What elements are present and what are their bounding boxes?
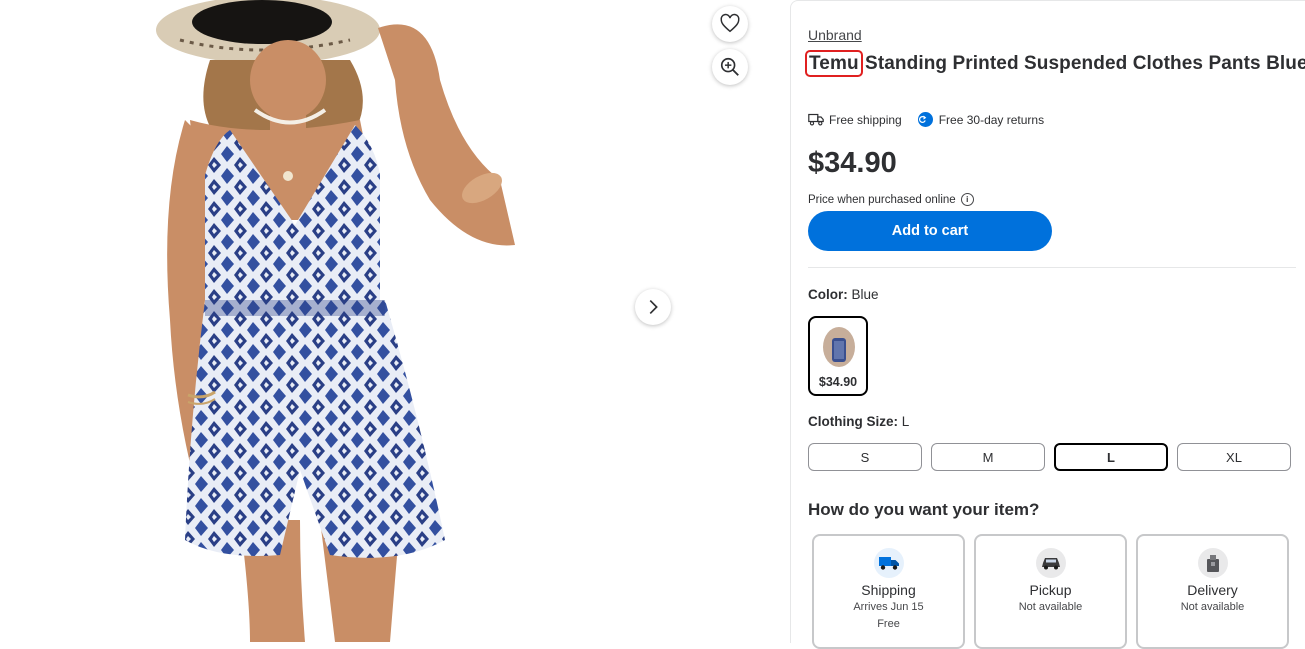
fulfillment-options: Shipping Arrives Jun 15 Free Pickup Not … xyxy=(812,534,1298,649)
color-option-label: Color: Blue xyxy=(808,287,879,302)
fulfillment-pickup-status: Not available xyxy=(1018,601,1083,613)
truck-icon xyxy=(873,548,904,578)
fulfillment-heading: How do you want your item? xyxy=(808,500,1040,519)
fulfillment-delivery-name: Delivery xyxy=(1187,582,1238,598)
size-option-l[interactable]: L xyxy=(1054,443,1168,471)
size-options: S M L XL xyxy=(808,443,1300,471)
chevron-right-icon xyxy=(649,299,658,315)
fulfillment-pickup-name: Pickup xyxy=(1029,582,1072,598)
bag-icon xyxy=(1197,548,1228,578)
size-option-xl[interactable]: XL xyxy=(1177,443,1291,471)
add-to-cart-button[interactable]: Add to cart xyxy=(808,211,1052,251)
size-option-m[interactable]: M xyxy=(931,443,1045,471)
fulfillment-shipping[interactable]: Shipping Arrives Jun 15 Free xyxy=(812,534,965,649)
favorite-button[interactable] xyxy=(712,6,748,42)
product-price: $34.90 xyxy=(808,147,897,179)
size-option-label: Clothing Size: L xyxy=(808,414,909,429)
size-option-s[interactable]: S xyxy=(808,443,922,471)
product-title-rest: Standing Printed Suspended Clothes Pants… xyxy=(859,53,1305,74)
shipping-badges: Free shipping Free 30-day returns xyxy=(808,112,1060,127)
returns-icon xyxy=(917,112,933,127)
color-value: Blue xyxy=(851,287,879,302)
next-image-button[interactable] xyxy=(635,289,671,325)
product-image-gallery xyxy=(0,0,748,642)
free-shipping-badge: Free shipping xyxy=(808,113,902,127)
fulfillment-shipping-date: Arrives Jun 15 xyxy=(853,601,924,613)
brand-link[interactable]: Unbrand xyxy=(808,27,862,43)
fulfillment-pickup[interactable]: Pickup Not available xyxy=(974,534,1127,649)
color-swatch-thumbnail xyxy=(823,327,855,367)
free-returns-badge: Free 30-day returns xyxy=(917,112,1045,127)
color-label: Color: xyxy=(808,287,848,302)
free-returns-text: Free 30-day returns xyxy=(938,112,1045,127)
zoom-button[interactable] xyxy=(712,49,748,85)
price-note: Price when purchased online i xyxy=(808,193,974,206)
size-value: L xyxy=(901,414,910,429)
product-info-panel: Unbrand Temu Standing Printed Suspended … xyxy=(790,0,1305,649)
price-note-text: Price when purchased online xyxy=(808,193,956,206)
zoom-in-icon xyxy=(720,57,739,76)
heart-icon xyxy=(720,13,740,33)
fulfillment-delivery-status: Not available xyxy=(1180,601,1245,613)
product-photo xyxy=(156,0,515,642)
color-swatch-blue[interactable]: $34.90 xyxy=(808,316,868,396)
truck-outline-icon xyxy=(808,113,824,126)
fulfillment-shipping-name: Shipping xyxy=(861,582,916,598)
car-icon xyxy=(1035,548,1066,578)
fulfillment-shipping-cost: Free xyxy=(877,618,900,630)
info-icon[interactable]: i xyxy=(960,193,974,206)
fulfillment-delivery[interactable]: Delivery Not available xyxy=(1136,534,1289,649)
highlighted-title-word: Temu xyxy=(805,50,863,77)
product-title: Temu Standing Printed Suspended Clothes … xyxy=(805,50,1305,77)
divider xyxy=(808,267,1296,268)
free-shipping-text: Free shipping xyxy=(829,112,902,127)
size-label: Clothing Size: xyxy=(808,414,898,429)
swatch-price: $34.90 xyxy=(818,375,858,389)
